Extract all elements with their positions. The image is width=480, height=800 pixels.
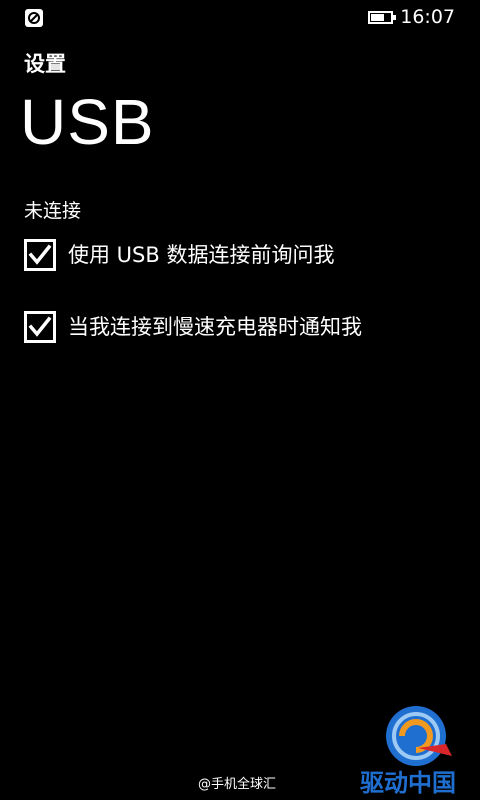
ask-before-usb-label: 使用 USB 数据连接前询问我 [68, 243, 335, 267]
qudong-logo-icon [382, 704, 460, 772]
status-bar: 16:07 [0, 0, 480, 34]
phone-sync-icon [24, 8, 44, 28]
logo-text: 驱动中国 [360, 769, 456, 797]
section-title: 设置 [24, 52, 66, 76]
checkmark-icon [28, 244, 52, 265]
notify-slow-charger-checkbox-row[interactable]: 当我连接到慢速充电器时通知我 [24, 310, 362, 344]
ask-before-usb-checkbox[interactable] [24, 239, 56, 271]
watermark-text: @手机全球汇 [198, 777, 277, 792]
page-title: USB [20, 86, 155, 158]
battery-icon [368, 11, 398, 24]
connection-status: 未连接 [24, 200, 82, 222]
status-time: 16:07 [400, 6, 455, 28]
checkmark-icon [28, 316, 52, 337]
notify-slow-charger-label: 当我连接到慢速充电器时通知我 [68, 315, 362, 339]
notify-slow-charger-checkbox[interactable] [24, 311, 56, 343]
ask-before-usb-checkbox-row[interactable]: 使用 USB 数据连接前询问我 [24, 238, 334, 272]
